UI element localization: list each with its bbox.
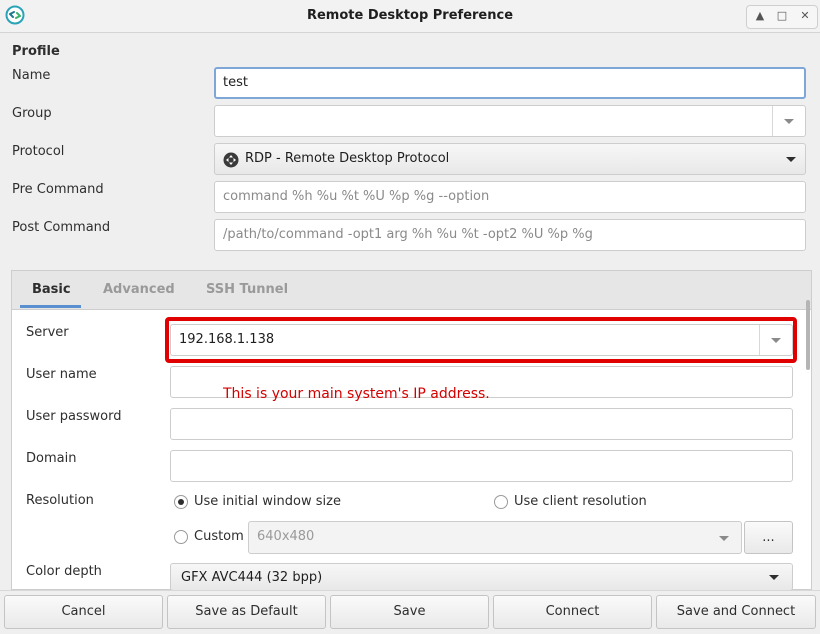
- name-input-value: test: [223, 75, 248, 90]
- tab-basic[interactable]: Basic: [32, 282, 71, 297]
- save-and-connect-button[interactable]: Save and Connect: [656, 595, 816, 629]
- custom-resolution-more-button[interactable]: ...: [744, 521, 793, 554]
- domain-label: Domain: [26, 451, 77, 466]
- chevron-down-icon: [786, 157, 796, 162]
- resolution-label: Resolution: [26, 493, 94, 508]
- active-tab-indicator: [20, 305, 81, 308]
- maximize-icon[interactable]: □: [772, 6, 792, 26]
- custom-resolution-value: 640x480: [257, 529, 315, 544]
- pre-command-placeholder: command %h %u %t %U %p %g --option: [223, 189, 490, 204]
- group-combo[interactable]: [214, 105, 806, 137]
- save-as-default-button[interactable]: Save as Default: [167, 595, 326, 629]
- resolution-custom-radio[interactable]: [174, 530, 188, 544]
- chevron-down-icon: [719, 535, 729, 541]
- post-command-input[interactable]: /path/to/command -opt1 arg %h %u %t -opt…: [214, 219, 806, 251]
- post-command-placeholder: /path/to/command -opt1 arg %h %u %t -opt…: [223, 227, 593, 242]
- minimize-icon[interactable]: ▲: [750, 6, 770, 26]
- save-button[interactable]: Save: [330, 595, 489, 629]
- protocol-select[interactable]: RDP - Remote Desktop Protocol: [214, 143, 806, 175]
- connect-button[interactable]: Connect: [493, 595, 652, 629]
- color-depth-select[interactable]: GFX AVC444 (32 bpp): [170, 563, 793, 591]
- server-highlight-box: [165, 317, 797, 363]
- resolution-custom-label[interactable]: Custom: [194, 529, 244, 544]
- color-depth-value: GFX AVC444 (32 bpp): [181, 570, 323, 585]
- rdp-protocol-icon: [223, 152, 239, 168]
- resolution-initial-radio[interactable]: [174, 495, 188, 509]
- tab-bar: Basic Advanced SSH Tunnel: [12, 271, 811, 310]
- resolution-initial-label[interactable]: Use initial window size: [194, 494, 341, 509]
- group-label: Group: [12, 106, 52, 121]
- protocol-label: Protocol: [12, 144, 65, 159]
- profile-section-title: Profile: [12, 44, 60, 59]
- content-scrollbar[interactable]: [806, 300, 810, 370]
- cancel-button[interactable]: Cancel: [4, 595, 163, 629]
- password-input[interactable]: [170, 408, 793, 440]
- title-bar: Remote Desktop Preference ▲ □ ✕: [0, 0, 820, 33]
- domain-input[interactable]: [170, 450, 793, 482]
- custom-resolution-select[interactable]: 640x480: [248, 521, 742, 554]
- post-command-label: Post Command: [12, 220, 111, 235]
- password-label: User password: [26, 409, 122, 424]
- dialog-button-bar: Cancel Save as Default Save Connect Save…: [0, 590, 820, 634]
- annotation-text: This is your main system's IP address.: [223, 386, 490, 402]
- pre-command-label: Pre Command: [12, 182, 104, 197]
- window-title: Remote Desktop Preference: [306, 8, 514, 23]
- server-label: Server: [26, 325, 69, 340]
- group-dropdown-button[interactable]: [772, 106, 805, 136]
- name-label: Name: [12, 68, 51, 83]
- username-label: User name: [26, 367, 97, 382]
- chevron-down-icon: [784, 119, 794, 124]
- resolution-client-label[interactable]: Use client resolution: [514, 494, 647, 509]
- protocol-select-value: RDP - Remote Desktop Protocol: [245, 151, 450, 166]
- color-depth-label: Color depth: [26, 564, 102, 579]
- close-icon[interactable]: ✕: [795, 6, 815, 26]
- chevron-down-icon: [769, 575, 779, 580]
- tab-ssh-tunnel[interactable]: SSH Tunnel: [206, 282, 288, 297]
- tab-advanced[interactable]: Advanced: [103, 282, 175, 297]
- pre-command-input[interactable]: command %h %u %t %U %p %g --option: [214, 181, 806, 213]
- resolution-client-radio[interactable]: [494, 495, 508, 509]
- name-input[interactable]: test: [214, 67, 806, 99]
